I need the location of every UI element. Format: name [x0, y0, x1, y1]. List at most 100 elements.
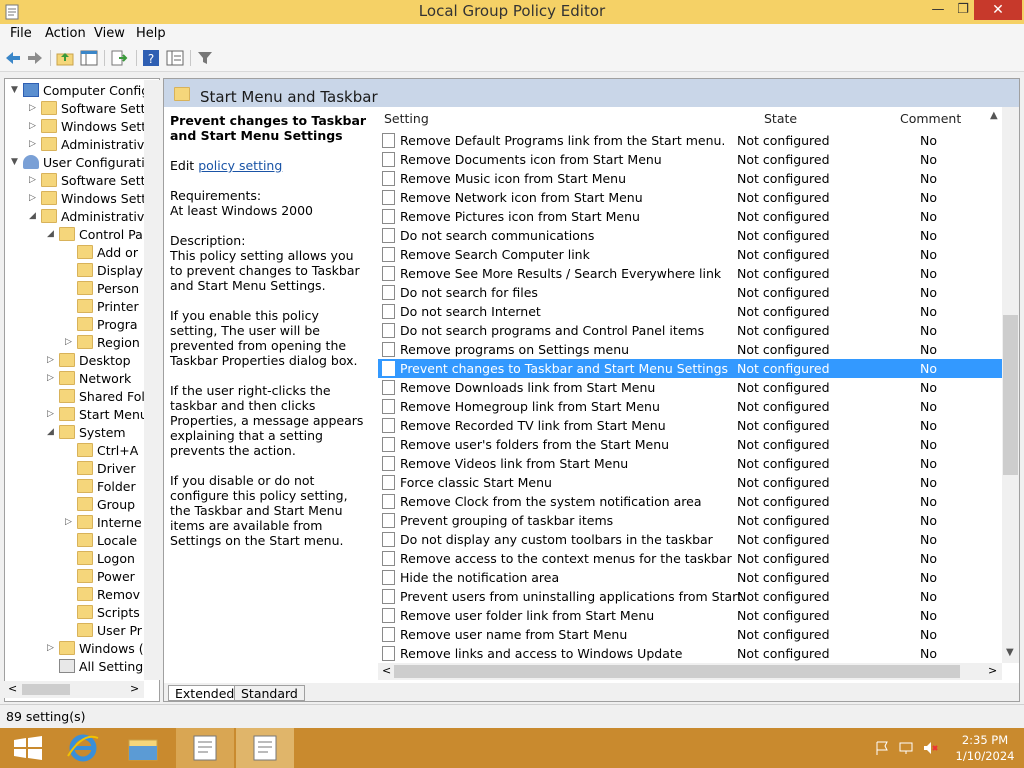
tree-item[interactable]: Remov [5, 586, 145, 604]
tree-expander-icon[interactable]: ◢ [47, 427, 57, 437]
back-arrow-icon[interactable] [4, 49, 22, 67]
setting-row[interactable]: Remove Videos link from Start Menu Not co… [378, 454, 1002, 473]
tree-item[interactable]: ▷ Windows ( [5, 640, 145, 658]
tree-expander-icon[interactable]: ▷ [29, 139, 39, 149]
filter-icon[interactable] [196, 49, 214, 67]
setting-row[interactable]: Do not search communications Not configur… [378, 226, 1002, 245]
setting-row[interactable]: Prevent changes to Taskbar and Start Men… [378, 359, 1002, 378]
list-vertical-scrollbar[interactable]: ▼ [1002, 107, 1019, 663]
tree-expander-icon[interactable]: ▷ [29, 193, 39, 203]
tree-item[interactable]: ▷ Desktop [5, 352, 145, 370]
tree-item[interactable]: ▷ Start Menu [5, 406, 148, 424]
setting-row[interactable]: Remove user folder link from Start Menu N… [378, 606, 1002, 625]
menu-view[interactable]: View [94, 26, 125, 41]
tree-expander-icon[interactable]: ▷ [65, 337, 75, 347]
tree-item[interactable]: Driver [5, 460, 145, 478]
close-button[interactable]: ✕ [974, 0, 1022, 20]
tree-item[interactable]: ◢ Administrative [5, 208, 152, 226]
tree-item[interactable]: Logon [5, 550, 145, 568]
tree-item[interactable]: ▷ Region [5, 334, 145, 352]
column-setting[interactable]: Setting [384, 111, 429, 126]
tab-standard[interactable]: Standard [234, 685, 305, 701]
minimize-button[interactable]: — [924, 0, 952, 20]
tree-horizontal-scrollbar[interactable]: < > [4, 681, 144, 698]
properties-icon[interactable] [166, 49, 184, 67]
up-folder-icon[interactable] [56, 49, 74, 67]
setting-row[interactable]: Remove user's folders from the Start Men… [378, 435, 1002, 454]
help-icon[interactable]: ? [142, 49, 160, 67]
tree-expander-icon[interactable]: ▷ [47, 373, 57, 383]
tree-item[interactable]: All Setting [5, 658, 145, 676]
tree-expander-icon[interactable]: ▷ [47, 355, 57, 365]
tree-item[interactable]: ▷ Software Setti [5, 100, 149, 118]
taskbar-group-policy-icon[interactable] [176, 728, 234, 768]
column-comment[interactable]: Comment [900, 111, 961, 126]
tree-expander-icon[interactable]: ▷ [29, 121, 39, 131]
tree-item[interactable]: Folder [5, 478, 145, 496]
internet-explorer-icon[interactable] [54, 728, 112, 768]
list-hscroll-thumb[interactable] [394, 665, 960, 678]
tree-item[interactable]: Power [5, 568, 145, 586]
setting-row[interactable]: Do not search Internet Not configured No [378, 302, 1002, 321]
setting-row[interactable]: Remove access to the context menus for t… [378, 549, 1002, 568]
show-hide-tree-icon[interactable] [80, 49, 98, 67]
tree-expander-icon[interactable]: ▷ [47, 409, 57, 419]
setting-row[interactable]: Remove programs on Settings menu Not conf… [378, 340, 1002, 359]
setting-row[interactable]: Remove user name from Start Menu Not conf… [378, 625, 1002, 644]
windows-start-icon[interactable] [0, 728, 58, 768]
tree-vertical-scrollbar[interactable] [144, 80, 160, 680]
taskbar-policy-window-icon[interactable] [236, 728, 294, 768]
tree-item[interactable]: Add or [5, 244, 145, 262]
tree-expander-icon[interactable]: ▷ [29, 175, 39, 185]
setting-row[interactable]: Remove Homegroup link from Start Menu Not… [378, 397, 1002, 416]
setting-row[interactable]: Remove Search Computer link Not configure… [378, 245, 1002, 264]
forward-arrow-icon[interactable] [26, 49, 44, 67]
menu-help[interactable]: Help [136, 26, 166, 41]
setting-row[interactable]: Remove Music icon from Start Menu Not con… [378, 169, 1002, 188]
setting-row[interactable]: Remove Pictures icon from Start Menu Not … [378, 207, 1002, 226]
setting-row[interactable]: Remove Default Programs link from the St… [378, 131, 1002, 150]
setting-row[interactable]: Prevent users from uninstalling applicat… [378, 587, 1002, 606]
tree-item[interactable]: Printer [5, 298, 145, 316]
tree-item[interactable]: Display [5, 262, 145, 280]
action-center-flag-icon[interactable] [874, 740, 890, 756]
tree-item[interactable]: Progra [5, 316, 145, 334]
tree-item[interactable]: ▷ Administrative [5, 136, 152, 154]
setting-row[interactable]: Prevent grouping of taskbar items Not con… [378, 511, 1002, 530]
tree-item[interactable]: Group [5, 496, 145, 514]
tree-item[interactable]: ▼ User Configuratio [5, 154, 152, 172]
tree-item[interactable]: ▷ Software Setti [5, 172, 149, 190]
setting-row[interactable]: Remove Downloads link from Start Menu Not… [378, 378, 1002, 397]
tree-item[interactable]: User Pr [5, 622, 145, 640]
tree-item[interactable]: ▷ Windows Sett [5, 118, 146, 136]
setting-row[interactable]: Hide the notification area Not configured… [378, 568, 1002, 587]
tree-expander-icon[interactable]: ▼ [11, 157, 21, 167]
tree-item[interactable]: ◢ System [5, 424, 145, 442]
tree-item[interactable]: Scripts [5, 604, 145, 622]
tree-item[interactable]: Locale [5, 532, 145, 550]
tree-item[interactable]: ◢ Control Pa [5, 226, 145, 244]
clock[interactable]: 2:35 PM 1/10/2024 [950, 732, 1020, 764]
tree-expander-icon[interactable]: ▷ [47, 643, 57, 653]
export-list-icon[interactable] [110, 49, 128, 67]
edit-policy-link[interactable]: policy setting [198, 158, 282, 173]
tree-item[interactable]: ▼ Computer Config [5, 82, 149, 100]
file-explorer-icon[interactable] [114, 728, 172, 768]
setting-row[interactable]: Remove Network icon from Start Menu Not c… [378, 188, 1002, 207]
speaker-muted-icon[interactable] [922, 740, 938, 756]
tree-expander-icon[interactable]: ◢ [29, 211, 39, 221]
setting-row[interactable]: Do not display any custom toolbars in th… [378, 530, 1002, 549]
setting-row[interactable]: Force classic Start Menu Not configured No [378, 473, 1002, 492]
tree-expander-icon[interactable]: ▷ [29, 103, 39, 113]
tab-extended[interactable]: Extended [168, 685, 242, 701]
maximize-button[interactable]: ❐ [952, 0, 974, 20]
tree-item[interactable]: ▷ Interne [5, 514, 145, 532]
setting-row[interactable]: Remove Recorded TV link from Start Menu N… [378, 416, 1002, 435]
setting-row[interactable]: Remove Clock from the system notificatio… [378, 492, 1002, 511]
menu-file[interactable]: File [10, 26, 32, 41]
list-scroll-thumb[interactable] [1003, 315, 1018, 475]
tree-item[interactable]: ▷ Windows Setti [5, 190, 150, 208]
column-state[interactable]: State [764, 111, 797, 126]
setting-row[interactable]: Remove links and access to Windows Updat… [378, 644, 1002, 663]
network-icon[interactable] [898, 740, 914, 756]
